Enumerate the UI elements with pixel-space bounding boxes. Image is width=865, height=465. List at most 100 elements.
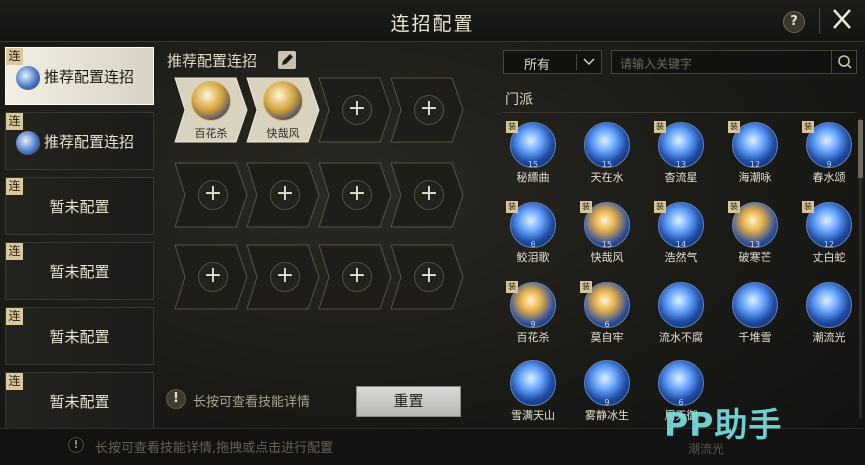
chevron-down-icon — [583, 58, 595, 66]
plus-icon: + — [342, 95, 372, 125]
skill-icon — [658, 282, 704, 328]
plus-icon: + — [342, 262, 372, 292]
combo-empty-cell[interactable]: + — [390, 77, 464, 143]
combo-empty-cell[interactable]: + — [318, 244, 392, 310]
combo-slot[interactable]: 连暂未配置 — [5, 177, 154, 235]
skill-level: 9 — [604, 398, 610, 407]
exclamation-icon: ! — [166, 389, 186, 409]
skill-icon — [510, 360, 556, 406]
select-divider — [576, 54, 577, 70]
plus-icon: + — [414, 262, 444, 292]
combo-row: + + + + — [174, 244, 464, 310]
section-divider — [503, 112, 855, 113]
pencil-icon[interactable] — [278, 51, 296, 69]
equip-badge: 装 — [580, 281, 592, 293]
combo-skill-name: 百花杀 — [194, 127, 228, 140]
equip-badge: 装 — [654, 201, 666, 213]
combo-slot-label: 暂未配置 — [49, 198, 110, 216]
combo-slot[interactable]: 连暂未配置 — [5, 372, 154, 430]
skill-item[interactable]: 雪满天山 — [503, 356, 563, 423]
combo-skill-cell[interactable]: 快哉风 — [246, 77, 320, 143]
equip-badge: 装 — [802, 201, 814, 213]
skill-item[interactable]: 15 天在水 — [577, 118, 637, 194]
combo-tag: 连 — [6, 178, 23, 195]
reset-button[interactable]: 重置 — [356, 386, 461, 417]
combo-slot-label: 暂未配置 — [49, 328, 110, 346]
combo-skill-cell[interactable]: 百花杀 — [174, 77, 248, 143]
skill-name: 丈白蛇 — [812, 251, 846, 264]
skill-level: 12 — [823, 240, 835, 249]
watermark-logo: PP助手 — [664, 405, 783, 444]
combo-title: 推荐配置连招 — [167, 52, 258, 70]
combo-tag: 连 — [6, 48, 23, 65]
combo-empty-cell[interactable]: + — [246, 244, 320, 310]
skill-name: 千堆雪 — [738, 331, 772, 344]
plus-icon: + — [342, 180, 372, 210]
scrollbar-thumb[interactable] — [858, 120, 863, 178]
category-select[interactable]: 所有 — [503, 50, 602, 74]
equip-badge: 装 — [728, 201, 740, 213]
combo-slot[interactable]: 连推荐配置连招 — [5, 112, 154, 170]
skill-level: 14 — [675, 240, 687, 249]
combo-slot[interactable]: 连暂未配置 — [5, 307, 154, 365]
search-button[interactable] — [831, 51, 857, 73]
combo-empty-cell[interactable]: + — [318, 162, 392, 228]
combo-empty-cell[interactable]: + — [318, 77, 392, 143]
combo-empty-cell[interactable]: + — [390, 244, 464, 310]
search-icon — [838, 55, 852, 69]
close-icon — [833, 9, 851, 29]
skill-name: 破寒芒 — [738, 251, 772, 264]
combo-slot[interactable]: 连推荐配置连招 — [5, 47, 154, 105]
combo-empty-cell[interactable]: + — [174, 244, 248, 310]
skill-item[interactable]: 装 12 丈白蛇 — [799, 198, 857, 274]
skill-level: 13 — [675, 160, 687, 169]
skill-name: 春水颂 — [812, 171, 846, 184]
skill-name: 潮流光 — [812, 331, 846, 344]
skill-item[interactable]: 潮流光 — [799, 278, 857, 354]
skill-level: 15 — [527, 160, 539, 169]
skill-name: 杳流星 — [664, 171, 698, 184]
skill-name: 快哉风 — [590, 251, 624, 264]
equip-badge: 装 — [580, 201, 592, 213]
combo-empty-cell[interactable]: + — [174, 162, 248, 228]
skill-item[interactable]: 装 15 快哉风 — [577, 198, 637, 274]
skill-item[interactable]: 千堆雪 — [725, 278, 785, 354]
help-button[interactable]: ? — [783, 11, 805, 33]
skill-item[interactable]: 9 雾静冰生 — [577, 356, 637, 423]
skill-item[interactable]: 装 13 杳流星 — [651, 118, 711, 194]
page-title: 连招配置 — [390, 13, 475, 35]
skill-item[interactable]: 装 13 破寒芒 — [725, 198, 785, 274]
close-button[interactable] — [829, 6, 855, 32]
skill-item[interactable]: 流水不腐 — [651, 278, 711, 354]
skill-item[interactable]: 装 9 百花杀 — [503, 278, 563, 354]
section-label-sect: 门派 — [505, 92, 533, 108]
header-bar: 连招配置 ? — [0, 0, 865, 42]
combo-slot[interactable]: 连暂未配置 — [5, 242, 154, 300]
combo-empty-cell[interactable]: + — [390, 162, 464, 228]
skill-item[interactable]: 装 15 秘縹曲 — [503, 118, 563, 194]
combo-tag: 连 — [6, 373, 23, 390]
equip-badge: 装 — [506, 201, 518, 213]
combo-tag: 连 — [6, 243, 23, 260]
search-input[interactable]: 请输入关键字 — [611, 50, 857, 74]
skill-level: 15 — [601, 240, 613, 249]
combo-skill-name: 快哉风 — [266, 127, 300, 140]
combo-slot-label: 推荐配置连招 — [44, 133, 135, 151]
plus-icon: + — [270, 262, 300, 292]
combo-slot-label: 暂未配置 — [49, 393, 110, 411]
footer-exclamation-icon: ! — [68, 437, 84, 453]
skill-item[interactable]: 装 14 浩然气 — [651, 198, 711, 274]
skill-level: 15 — [601, 160, 613, 169]
skill-item[interactable]: 装 9 春水颂 — [799, 118, 857, 194]
skill-name: 鲛泪歌 — [516, 251, 550, 264]
skill-level: 6 — [530, 240, 536, 249]
skill-level: 6 — [604, 320, 610, 329]
skill-icon — [732, 282, 778, 328]
skill-item[interactable]: 装 6 鲛泪歌 — [503, 198, 563, 274]
skill-item[interactable]: 装 6 莫自牢 — [577, 278, 637, 354]
combo-tag: 连 — [6, 113, 23, 130]
question-icon: ? — [790, 14, 798, 29]
skill-item[interactable]: 装 12 海潮咏 — [725, 118, 785, 194]
combo-empty-cell[interactable]: + — [246, 162, 320, 228]
plus-icon: + — [414, 95, 444, 125]
